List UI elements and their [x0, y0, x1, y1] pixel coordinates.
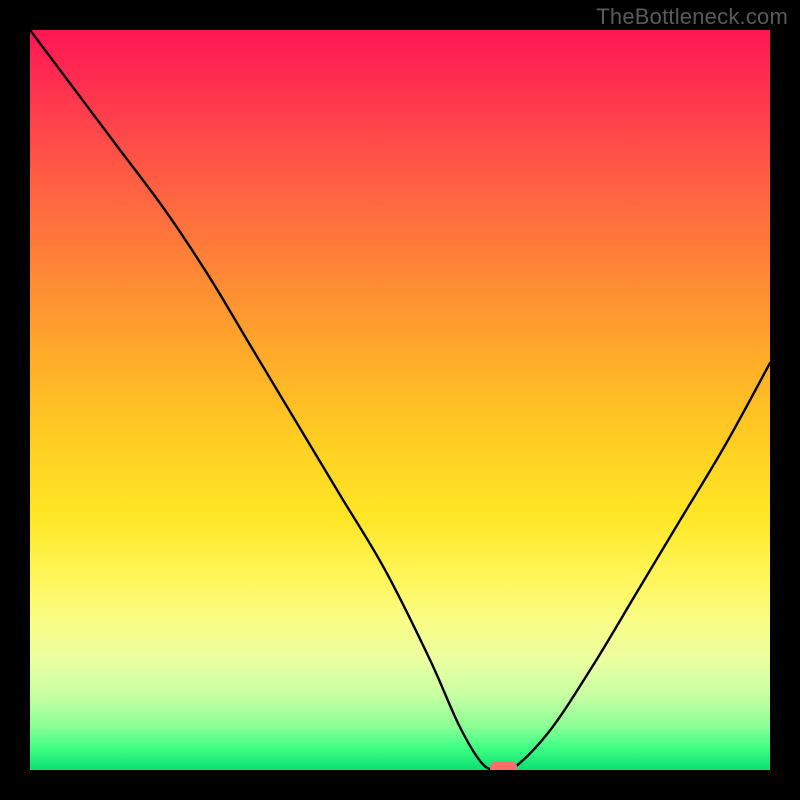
plot-area: [30, 30, 770, 770]
minimum-marker: [491, 762, 517, 770]
chart-container: TheBottleneck.com: [0, 0, 800, 800]
curve-layer: [30, 30, 770, 770]
bottleneck-curve: [30, 30, 770, 770]
watermark-text: TheBottleneck.com: [596, 4, 788, 30]
